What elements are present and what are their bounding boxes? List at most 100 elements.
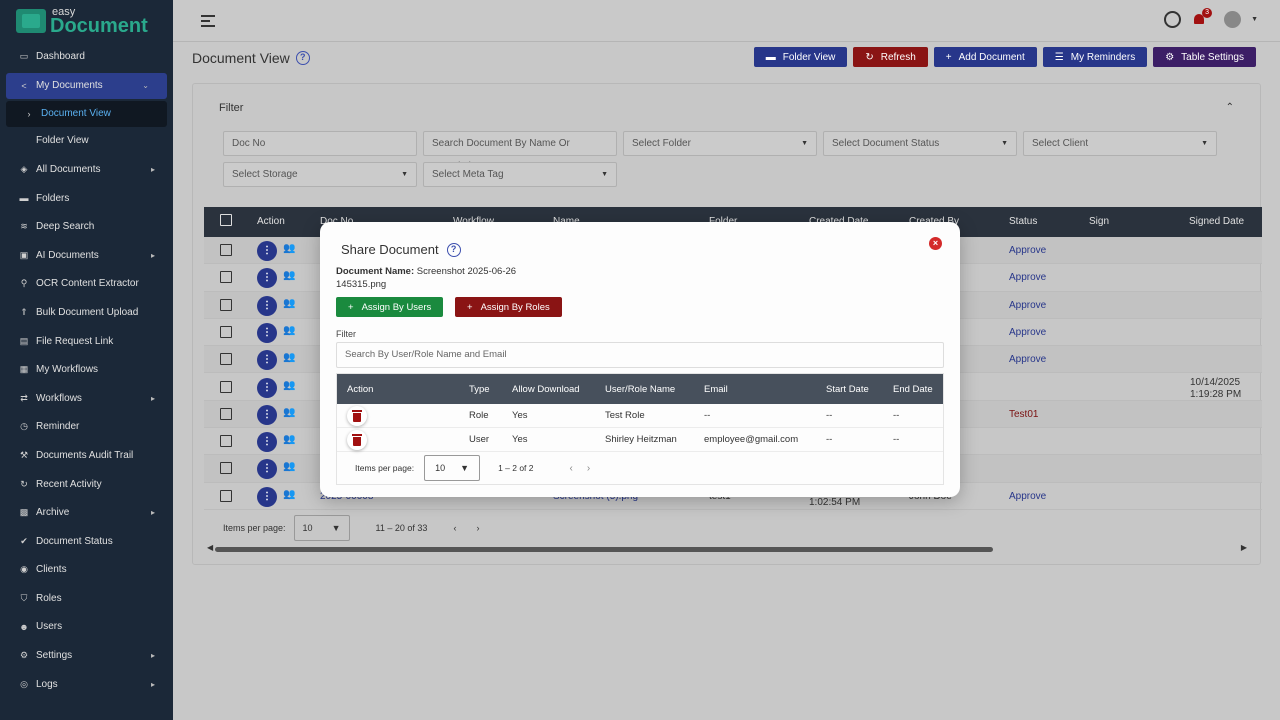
- sidebar-item-documents-audit-trail[interactable]: ⚒ Documents Audit Trail: [0, 441, 173, 470]
- search-icon: ⚲: [20, 278, 28, 289]
- sidebar-item-deep-search[interactable]: ≋ Deep Search: [0, 212, 173, 241]
- sidebar-item-document-view[interactable]: › Document View: [6, 100, 167, 127]
- assign-by-roles-button[interactable]: + Assign By Roles: [455, 297, 562, 317]
- row-actions-menu-icon[interactable]: ⋮: [257, 241, 277, 261]
- user-role-search-input[interactable]: Search By User/Role Name and Email: [336, 342, 944, 368]
- language-globe-icon[interactable]: [1164, 11, 1182, 28]
- scroll-left-icon[interactable]: ◀: [207, 543, 213, 552]
- sidebar-item-clients[interactable]: ◉ Clients: [0, 556, 173, 585]
- row-checkbox[interactable]: [220, 244, 232, 256]
- folder-select[interactable]: Select Folder ▼: [623, 131, 817, 156]
- row-actions-menu-icon[interactable]: ⋮: [257, 322, 277, 343]
- help-icon[interactable]: ?: [295, 51, 310, 65]
- share-users-icon[interactable]: 👥: [283, 325, 295, 336]
- row-checkbox[interactable]: [220, 298, 232, 311]
- sidebar-item-users[interactable]: ☻ Users: [0, 613, 173, 642]
- sidebar-item-ocr-content-extractor[interactable]: ⚲ OCR Content Extractor: [0, 270, 173, 299]
- menu-toggle-icon[interactable]: [201, 15, 215, 27]
- row-actions-menu-icon[interactable]: ⋮: [257, 404, 277, 425]
- folder-view-button[interactable]: ▬ Folder View: [753, 47, 848, 67]
- assign-users-label: Assign By Users: [361, 301, 432, 313]
- status-select[interactable]: Select Document Status ▼: [823, 131, 1017, 156]
- next-page-icon[interactable]: ›: [587, 463, 590, 474]
- th-signed-date[interactable]: Signed Date: [1189, 216, 1244, 227]
- search-name-input[interactable]: Search Document By Name Or Description: [423, 131, 617, 172]
- my-reminders-button[interactable]: ☰ My Reminders: [1042, 47, 1148, 67]
- table-settings-button[interactable]: ⚙ Table Settings: [1153, 47, 1256, 67]
- share-users-icon[interactable]: 👥: [283, 270, 295, 281]
- modal-help-icon[interactable]: ?: [446, 242, 461, 257]
- assign-by-users-button[interactable]: + Assign By Users: [336, 297, 444, 317]
- share-users-icon[interactable]: 👥: [283, 434, 295, 445]
- sidebar-item-all-documents[interactable]: ◈ All Documents ▸: [0, 155, 173, 184]
- row-actions-menu-icon[interactable]: ⋮: [257, 459, 277, 480]
- sidebar-item-workflows[interactable]: ⇄ Workflows ▸: [0, 384, 173, 413]
- sidebar-item-reminder[interactable]: ◷ Reminder: [0, 413, 173, 442]
- row-actions-menu-icon[interactable]: ⋮: [257, 350, 277, 371]
- meta-tag-select[interactable]: Select Meta Tag ▼: [423, 162, 617, 187]
- notification-bell-icon[interactable]: 3: [1191, 8, 1213, 28]
- modal-page-size-select[interactable]: 10 ▼: [424, 455, 481, 481]
- row-checkbox[interactable]: [220, 325, 232, 338]
- row-checkbox[interactable]: [220, 407, 232, 420]
- page-range: 11 – 20 of 33: [375, 523, 428, 533]
- sidebar-item-bulk-document-upload[interactable]: ⇑ Bulk Document Upload: [0, 298, 173, 327]
- sidebar-item-roles[interactable]: ⛉ Roles: [0, 584, 173, 613]
- collapse-chevron-icon[interactable]: ⌃: [1226, 102, 1234, 113]
- sidebar-item-folders[interactable]: ▬ Folders: [0, 184, 173, 213]
- th-status[interactable]: Status: [1009, 216, 1037, 227]
- row-actions-menu-icon[interactable]: ⋮: [257, 377, 277, 398]
- row-checkbox[interactable]: [220, 489, 232, 502]
- client-select[interactable]: Select Client ▼: [1023, 131, 1217, 156]
- modal-items-per-page-label: Items per page:: [355, 463, 415, 473]
- row-checkbox[interactable]: [220, 353, 232, 366]
- sidebar-item-recent-activity[interactable]: ↻ Recent Activity: [0, 470, 173, 499]
- share-users-icon[interactable]: 👥: [283, 380, 295, 391]
- avatar-caret-icon[interactable]: ▼: [1251, 16, 1258, 23]
- close-icon[interactable]: ×: [929, 237, 942, 250]
- sidebar-item-logs[interactable]: ◎ Logs ▸: [0, 670, 173, 699]
- delete-trash-icon[interactable]: [347, 430, 367, 450]
- share-users-icon[interactable]: 👥: [283, 298, 295, 309]
- prev-page-icon[interactable]: ‹: [453, 523, 456, 533]
- select-all-checkbox[interactable]: [220, 214, 232, 226]
- sidebar-item-folder-view[interactable]: Folder View: [0, 127, 173, 156]
- scroll-right-icon[interactable]: ▶: [1241, 543, 1247, 552]
- row-actions-menu-icon[interactable]: ⋮: [257, 268, 277, 289]
- row-actions-menu-icon[interactable]: ⋮: [257, 432, 277, 453]
- refresh-button[interactable]: ↻ Refresh: [853, 47, 928, 67]
- row-checkbox[interactable]: [220, 462, 232, 475]
- horizontal-scrollbar[interactable]: ◀ ▶: [207, 543, 1247, 553]
- doc-no-input[interactable]: Doc No: [223, 131, 417, 156]
- sidebar-item-my-documents[interactable]: < My Documents ⌄: [6, 72, 167, 99]
- th-sign[interactable]: Sign: [1089, 216, 1109, 227]
- add-document-button[interactable]: + Add Document: [933, 47, 1037, 67]
- share-users-icon[interactable]: 👥: [283, 352, 295, 363]
- delete-trash-icon[interactable]: [347, 406, 367, 426]
- row-checkbox[interactable]: [220, 380, 232, 393]
- storage-select[interactable]: Select Storage ▼: [223, 162, 417, 187]
- sidebar-item-archive[interactable]: ▩ Archive ▸: [0, 498, 173, 527]
- row-checkbox[interactable]: [220, 271, 232, 284]
- sidebar-item-my-workflows[interactable]: ▦ My Workflows: [0, 355, 173, 384]
- share-users-icon[interactable]: 👥: [283, 407, 295, 418]
- share-users-icon[interactable]: 👥: [283, 243, 295, 254]
- sidebar-item-settings[interactable]: ⚙ Settings ▸: [0, 641, 173, 670]
- sidebar-item-ai-documents[interactable]: ▣ AI Documents ▸: [0, 241, 173, 270]
- meta-tag-select-label: Select Meta Tag: [432, 169, 504, 180]
- share-users-icon[interactable]: 👥: [283, 461, 295, 472]
- row-actions-menu-icon[interactable]: ⋮: [257, 486, 277, 507]
- next-page-icon[interactable]: ›: [476, 523, 479, 533]
- sidebar-item-label: My Documents: [36, 80, 103, 92]
- row-actions-menu-icon[interactable]: ⋮: [257, 295, 277, 316]
- sidebar-item-dashboard[interactable]: ▭ Dashboard: [0, 42, 173, 71]
- page-size-select[interactable]: 10 ▼: [293, 515, 350, 541]
- sidebar-item-document-status[interactable]: ✔ Document Status: [0, 527, 173, 556]
- scrollbar-thumb[interactable]: [215, 547, 993, 552]
- app-logo[interactable]: easy Document: [0, 0, 173, 42]
- user-avatar[interactable]: [1224, 11, 1242, 28]
- share-users-icon[interactable]: 👥: [283, 489, 295, 500]
- row-checkbox[interactable]: [220, 435, 232, 448]
- prev-page-icon[interactable]: ‹: [570, 463, 573, 474]
- sidebar-item-file-request-link[interactable]: ▤ File Request Link: [0, 327, 173, 356]
